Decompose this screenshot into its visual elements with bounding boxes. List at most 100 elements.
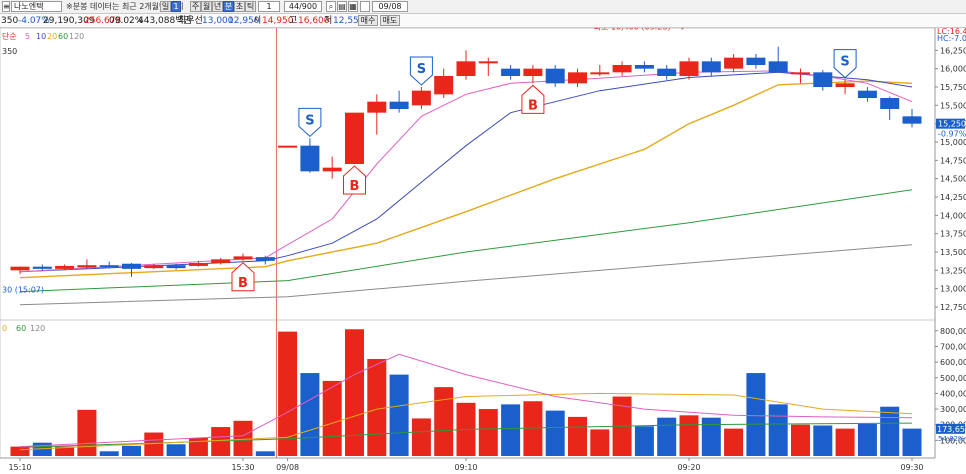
volume-bar xyxy=(144,432,164,456)
volume-bar xyxy=(902,428,922,456)
price-tick-label: 13,250 xyxy=(940,266,966,275)
time-tick-label: 15:30 xyxy=(231,463,254,472)
candle-body xyxy=(278,145,298,148)
period-value-select[interactable]: 1 xyxy=(258,1,280,12)
candle-body xyxy=(99,265,119,268)
candle-body xyxy=(434,76,454,95)
quote-open-label: 시 xyxy=(253,16,262,26)
period-value-button[interactable]: 1 xyxy=(171,1,181,12)
count-field[interactable]: 44/900 xyxy=(284,1,322,12)
price-tick-label: 13,000 xyxy=(940,285,966,294)
period-tick-button[interactable]: 틱 xyxy=(245,1,256,12)
candle-body xyxy=(166,265,186,269)
volume-bar xyxy=(679,415,699,456)
time-tick-label: 09:30 xyxy=(900,463,923,472)
sell-button[interactable]: 매도 xyxy=(380,15,400,26)
candle-body xyxy=(411,90,431,106)
price-volume-chart[interactable]: 16,250 16,000 15,750 15,500 15,250 15,000 14,7… xyxy=(0,28,966,474)
ma60-line xyxy=(19,189,913,293)
period-month-button[interactable]: 월 xyxy=(201,1,212,12)
volume-bar xyxy=(746,373,766,456)
buy-button[interactable]: 매수 xyxy=(358,15,378,26)
candle-body xyxy=(188,263,208,266)
candle-body xyxy=(835,83,855,87)
top-toolbar: ≡ 나노엔텍 ※분봉 데이터는 최근 2개월만 조회 일 1 주 월 년 분 초… xyxy=(0,0,966,14)
volume-bar xyxy=(768,404,788,456)
time-tick-label: 15:10 xyxy=(8,463,31,472)
candle-body xyxy=(456,61,476,76)
candle-body xyxy=(857,90,877,98)
period-year-button[interactable]: 년 xyxy=(212,1,223,12)
volume-bar xyxy=(367,358,387,456)
checkbox[interactable] xyxy=(360,1,370,12)
ma-legend-item: 60 xyxy=(58,32,68,41)
candle-body xyxy=(211,259,231,263)
current-price-pct: -0.97% xyxy=(938,130,966,139)
left-tick-label: 350 xyxy=(2,47,17,56)
quote-low-label: 저 xyxy=(324,16,333,26)
volume-legend-item: 60 xyxy=(16,324,26,333)
ma10-line xyxy=(19,71,913,273)
buy-signal-label: B xyxy=(350,179,360,194)
current-volume-pct: 54.82% xyxy=(938,435,965,443)
ma20-line xyxy=(19,80,913,279)
ref-second: HC:-7.01 xyxy=(937,34,966,43)
volume-legend-item: 120 xyxy=(30,324,45,333)
price-tick-label: 15,000 xyxy=(940,138,966,147)
candle-body xyxy=(32,266,52,269)
ma-legend-item: 10 xyxy=(36,32,46,41)
price-tick-label: 16,000 xyxy=(940,65,966,74)
stock-name-field[interactable]: 나노엔텍 xyxy=(11,1,62,12)
ma-legend-item: 5 xyxy=(25,32,30,41)
period-minute-button[interactable]: 분 xyxy=(223,1,234,12)
volume-bar xyxy=(634,426,654,456)
calendar-icon[interactable]: ▦ xyxy=(348,1,358,12)
date-field[interactable]: 09/08 xyxy=(372,1,408,12)
high-annotation: 최고 16,400 (09:23) xyxy=(594,28,671,31)
volume-bar xyxy=(434,387,454,456)
candle-body xyxy=(478,61,498,64)
volume-bar xyxy=(501,404,521,456)
volume-bar xyxy=(791,424,810,456)
candle-body xyxy=(813,72,833,87)
quote-high-label: 고 xyxy=(289,16,298,26)
buy-signal-label: B xyxy=(238,276,248,291)
period-week-button[interactable]: 주 xyxy=(190,1,201,12)
chart-icon[interactable]: ▤ xyxy=(337,1,347,12)
current-volume-tag: 173,651 xyxy=(937,425,966,434)
candle-body xyxy=(679,61,699,76)
price-tick-label: 14,250 xyxy=(940,193,966,202)
volume-bar xyxy=(99,451,119,456)
candle-body xyxy=(389,101,409,109)
candle-body xyxy=(612,65,632,73)
candle-body xyxy=(255,257,275,261)
volume-bar xyxy=(568,416,587,456)
quote-price: 350 xyxy=(1,16,19,26)
price-tick-label: 14,750 xyxy=(940,156,966,165)
volume-legend-item: 0 xyxy=(2,324,7,333)
volume-bar xyxy=(590,429,610,456)
candle-body xyxy=(701,61,721,73)
volume-tick-label: 600,000 xyxy=(940,358,966,367)
ma-legend-item: 20 xyxy=(47,32,57,41)
candle-body xyxy=(657,68,677,76)
volume-tick-label: 700,000 xyxy=(940,342,966,351)
volume-tick-label: 300,000 xyxy=(940,405,966,414)
volume-bar xyxy=(880,406,900,456)
period-day-button[interactable]: 일 xyxy=(160,1,171,12)
search-icon[interactable]: ⌕ xyxy=(326,1,336,12)
period-second-button[interactable]: 초 xyxy=(234,1,245,12)
quote-lowest: 최우선 xyxy=(178,16,203,26)
volume-bar xyxy=(411,418,431,456)
volume-bar xyxy=(657,417,677,456)
price-tick-label: 14,000 xyxy=(940,211,966,220)
candle-body xyxy=(345,112,364,164)
current-price-tag: 15,250 xyxy=(938,120,966,129)
menu-icon[interactable]: ≡ xyxy=(2,1,10,12)
candle-body xyxy=(367,101,387,113)
ma5-line xyxy=(19,70,913,273)
volume-bar xyxy=(10,446,30,456)
ma-legend-item: 120 xyxy=(69,32,84,41)
sell-signal-label: S xyxy=(417,62,426,77)
volume-bar xyxy=(233,420,253,456)
